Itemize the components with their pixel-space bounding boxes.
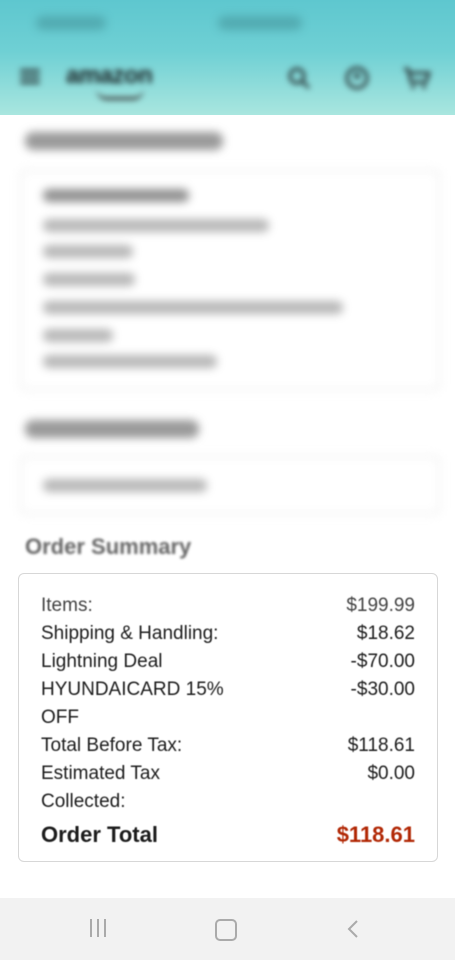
- id-information-title: [25, 416, 201, 440]
- summary-value: -$30.00: [350, 679, 415, 700]
- cart-icon[interactable]: [402, 65, 432, 91]
- summary-row-card-discount: HYUNDAICARD 15% OFF -$30.00: [41, 676, 415, 732]
- address-line: [43, 245, 133, 258]
- shipping-address-card[interactable]: [20, 170, 440, 390]
- id-number: [43, 479, 207, 492]
- order-total-label: Order Total: [41, 822, 158, 847]
- order-total-value: $118.61: [336, 822, 415, 847]
- back-icon[interactable]: [345, 919, 361, 939]
- system-navigation-bar: [0, 898, 455, 960]
- summary-label: HYUNDAICARD 15% OFF: [41, 679, 224, 728]
- address-name: [43, 189, 189, 202]
- account-icon[interactable]: [344, 65, 370, 91]
- address-line: [43, 219, 269, 232]
- summary-row-shipping: Shipping & Handling: $18.62: [41, 620, 415, 648]
- logo-smile: [96, 89, 144, 100]
- summary-value: $18.62: [356, 623, 415, 644]
- status-indicators: [218, 16, 302, 30]
- summary-label: Estimated Tax Collected:: [41, 763, 160, 812]
- summary-value: $199.99: [346, 595, 415, 616]
- address-line: [43, 273, 135, 286]
- order-summary-card: Items: $199.99 Shipping & Handling: $18.…: [18, 573, 438, 862]
- order-summary-title: Order Summary: [25, 534, 192, 559]
- summary-row-lightning-deal: Lightning Deal -$70.00: [41, 648, 415, 676]
- summary-row-total-before-tax: Total Before Tax: $118.61: [41, 732, 415, 760]
- address-line: [43, 329, 113, 342]
- summary-value: $118.61: [347, 735, 415, 756]
- menu-icon[interactable]: [20, 69, 40, 85]
- search-icon[interactable]: [286, 65, 312, 91]
- status-time: [36, 16, 106, 30]
- summary-row-items: Items: $199.99: [41, 592, 415, 620]
- brand-logo-text: amazon: [66, 62, 153, 89]
- amazon-logo[interactable]: amazon: [66, 62, 170, 100]
- app-header: amazon: [0, 50, 455, 106]
- summary-label: Lightning Deal: [41, 651, 163, 672]
- app-header-band: amazon: [0, 0, 455, 115]
- summary-value: $0.00: [367, 763, 415, 784]
- shipping-address-title: [25, 128, 225, 152]
- address-line: [43, 355, 217, 368]
- summary-label: Total Before Tax:: [41, 735, 183, 756]
- recents-icon[interactable]: [88, 919, 108, 937]
- summary-label: Shipping & Handling:: [41, 623, 219, 644]
- summary-label: Items:: [41, 595, 93, 616]
- order-summary-rows: Items: $199.99 Shipping & Handling: $18.…: [41, 592, 415, 850]
- home-icon[interactable]: [215, 919, 237, 941]
- id-information-card[interactable]: [20, 456, 440, 514]
- status-bar: [0, 0, 455, 50]
- summary-row-estimated-tax: Estimated Tax Collected: $0.00: [41, 760, 415, 816]
- summary-row-order-total: Order Total $118.61: [41, 820, 415, 850]
- summary-value: -$70.00: [350, 651, 415, 672]
- address-line: [43, 301, 343, 314]
